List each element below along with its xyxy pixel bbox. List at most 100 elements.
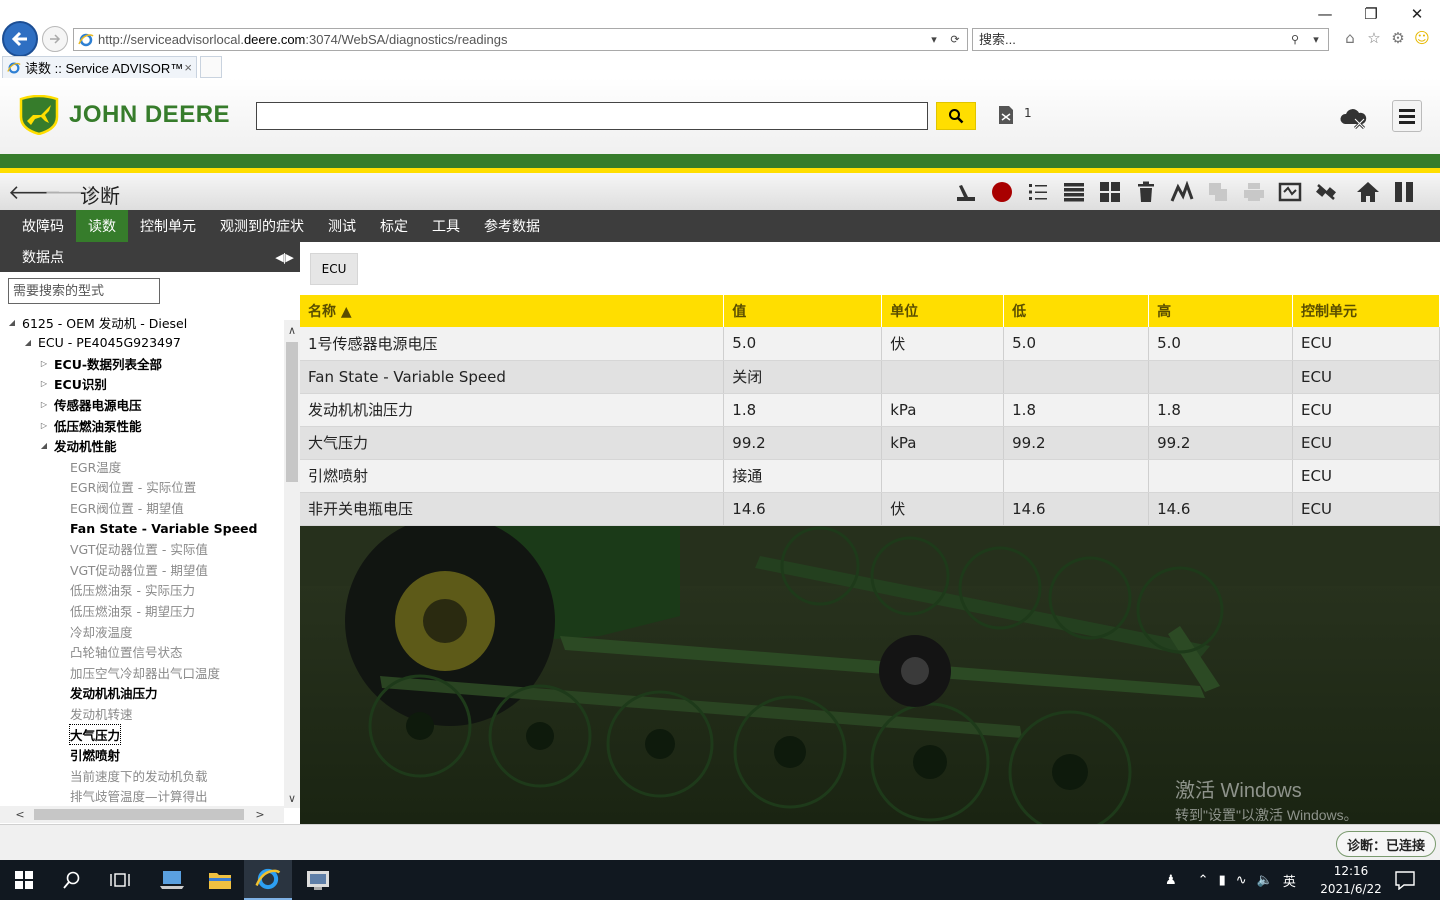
graph-icon[interactable]	[1164, 180, 1200, 204]
taskbar-search-button[interactable]	[48, 860, 96, 900]
tree-item[interactable]: ◢ 发动机性能	[38, 436, 117, 456]
tree-item[interactable]: ▷ 传感器电源电压	[38, 394, 142, 414]
table-row[interactable]: 1号传感器电源电压 5.0 伏 5.0 5.0 ECU	[300, 327, 1440, 361]
tree-item[interactable]: ◢ ECU - PE4045G923497	[22, 333, 181, 353]
tree-item[interactable]: EGR阀位置 - 期望值	[70, 497, 184, 517]
collapse-arrow-icon[interactable]: ◢	[38, 441, 50, 450]
tab-reference-data[interactable]: 参考数据	[472, 210, 552, 242]
home-icon[interactable]	[1350, 180, 1386, 204]
column-header-low[interactable]: 低	[1003, 295, 1150, 327]
tree-item[interactable]: VGT促动器位置 - 期望值	[70, 559, 208, 579]
smiley-feedback-icon[interactable]: ☺	[1412, 28, 1432, 48]
tree-item[interactable]: 发动机机油压力	[70, 683, 158, 703]
wifi-icon[interactable]: ∿	[1236, 873, 1247, 888]
tab-tests[interactable]: 测试	[316, 210, 368, 242]
browser-search-input[interactable]	[979, 32, 1286, 47]
search-dropdown-icon[interactable]: ▾	[1307, 31, 1325, 49]
list-bullets-icon[interactable]	[1020, 180, 1056, 204]
search-icon[interactable]: ⚲	[1286, 31, 1304, 49]
tree-item[interactable]: 低压燃油泵 - 实际压力	[70, 580, 195, 600]
ime-indicator[interactable]: 英	[1283, 871, 1296, 890]
tree-item[interactable]: 引燃喷射	[70, 745, 120, 765]
scroll-up-icon[interactable]: ∧	[284, 322, 300, 338]
tree-item[interactable]: 加压空气冷却器出气口温度	[70, 662, 220, 682]
tree-item[interactable]: 低压燃油泵 - 期望压力	[70, 600, 195, 620]
taskbar-file-explorer[interactable]	[196, 860, 244, 900]
tree-search-input[interactable]	[8, 278, 160, 304]
case-document-icon[interactable]	[996, 105, 1016, 125]
hscroll-thumb[interactable]	[34, 809, 244, 820]
expand-arrow-icon[interactable]: ▷	[38, 421, 50, 430]
tree-item[interactable]: EGR温度	[70, 456, 121, 476]
minimize-icon[interactable]: —	[1302, 0, 1348, 28]
tab-close-icon[interactable]: ×	[184, 60, 192, 75]
scroll-right-icon[interactable]: >	[252, 806, 268, 823]
browser-forward-button[interactable]	[42, 26, 68, 52]
tree-item[interactable]: ◢ 6125 - OEM 发动机 - Diesel	[6, 312, 187, 332]
collapse-arrow-icon[interactable]: ◢	[22, 338, 34, 347]
people-icon[interactable]: ♟	[1165, 873, 1177, 888]
browser-search[interactable]: ⚲ ▾	[972, 28, 1329, 51]
column-header-controller[interactable]: 控制单元	[1292, 295, 1440, 327]
tab-calibrations[interactable]: 标定	[368, 210, 420, 242]
start-button[interactable]	[0, 860, 48, 900]
tree-horizontal-scrollbar[interactable]: < >	[0, 806, 284, 823]
tab-fault-codes[interactable]: 故障码	[10, 210, 76, 242]
record-icon[interactable]	[984, 180, 1020, 204]
new-tab-button[interactable]	[200, 56, 222, 78]
taskbar-service-advisor[interactable]	[294, 860, 342, 900]
table-row[interactable]: 发动机机油压力 1.8 kPa 1.8 1.8 ECU	[300, 393, 1440, 427]
connection-status-badge[interactable]: 诊断：已连接	[1335, 831, 1436, 857]
home-icon[interactable]: ⌂	[1340, 28, 1360, 48]
browser-tab[interactable]: 读数 :: Service ADVISOR™ ×	[2, 56, 197, 78]
taskbar-app-laptop[interactable]	[148, 860, 196, 900]
ecu-filter-chip[interactable]: ECU	[310, 253, 358, 285]
dropdown-icon[interactable]: ▾	[925, 31, 943, 49]
tree-item[interactable]: VGT促动器位置 - 实际值	[70, 539, 208, 559]
tab-observed-symptoms[interactable]: 观测到的症状	[208, 210, 316, 242]
table-row[interactable]: 大气压力 99.2 kPa 99.2 99.2 ECU	[300, 426, 1440, 460]
expand-arrow-icon[interactable]: ▷	[38, 379, 50, 388]
trash-icon[interactable]	[1128, 180, 1164, 204]
tab-controllers[interactable]: 控制单元	[128, 210, 208, 242]
hamburger-menu-button[interactable]	[1392, 100, 1422, 132]
tree-item[interactable]: 排气歧管温度—计算得出	[70, 786, 208, 806]
favorites-star-icon[interactable]: ☆	[1364, 28, 1384, 48]
expand-arrow-icon[interactable]: ▷	[38, 400, 50, 409]
cloud-offline-icon[interactable]	[1338, 106, 1368, 130]
scroll-down-icon[interactable]: ∨	[284, 790, 300, 806]
print-icon-disabled[interactable]	[1236, 180, 1272, 204]
table-row[interactable]: 引燃喷射 接通 ECU	[300, 459, 1440, 493]
column-header-high[interactable]: 高	[1148, 295, 1294, 327]
tab-tools[interactable]: 工具	[420, 210, 472, 242]
scroll-thumb[interactable]	[286, 342, 298, 482]
pause-icon[interactable]	[1386, 180, 1422, 204]
snapshot-icon[interactable]	[1272, 180, 1308, 204]
task-view-button[interactable]	[96, 860, 144, 900]
app-search-input[interactable]	[256, 102, 928, 130]
tab-readings[interactable]: 读数	[76, 210, 128, 242]
browser-back-button[interactable]	[2, 21, 38, 57]
expand-arrow-icon[interactable]: ▷	[38, 359, 50, 368]
tree-item[interactable]: 大气压力	[68, 723, 122, 745]
refresh-icon[interactable]: ⟳	[946, 31, 964, 49]
tree-vertical-scrollbar[interactable]: ∧ ∨	[284, 320, 300, 808]
volume-icon[interactable]: 🔈	[1257, 873, 1273, 888]
tree-item[interactable]: 凸轮轴位置信号状态	[70, 642, 183, 662]
tree-item[interactable]: 冷却液温度	[70, 621, 133, 641]
tree-item[interactable]: 当前速度下的发动机负载	[70, 765, 208, 785]
disconnect-icon[interactable]	[1308, 180, 1344, 204]
app-search-button[interactable]	[936, 102, 976, 130]
taskbar-clock[interactable]: 12:16 2021/6/22	[1318, 862, 1384, 898]
notification-icon[interactable]	[1394, 870, 1416, 890]
tree-item[interactable]: EGR阀位置 - 实际位置	[70, 477, 196, 497]
column-header-unit[interactable]: 单位	[881, 295, 1005, 327]
url-text[interactable]: http://serviceadvisorlocal.deere.com:307…	[98, 32, 925, 47]
collapse-arrow-icon[interactable]: ◢	[6, 318, 18, 327]
battery-icon[interactable]: ▮	[1219, 873, 1226, 888]
table-row[interactable]: 非开关电瓶电压 14.6 伏 14.6 14.6 ECU	[300, 492, 1440, 526]
list-view-icon[interactable]	[1056, 180, 1092, 204]
tree-item[interactable]: ▷ ECU识别	[38, 374, 107, 394]
john-deere-logo[interactable]: JOHN DEERE	[17, 95, 230, 135]
grid-view-icon[interactable]	[1092, 180, 1128, 204]
